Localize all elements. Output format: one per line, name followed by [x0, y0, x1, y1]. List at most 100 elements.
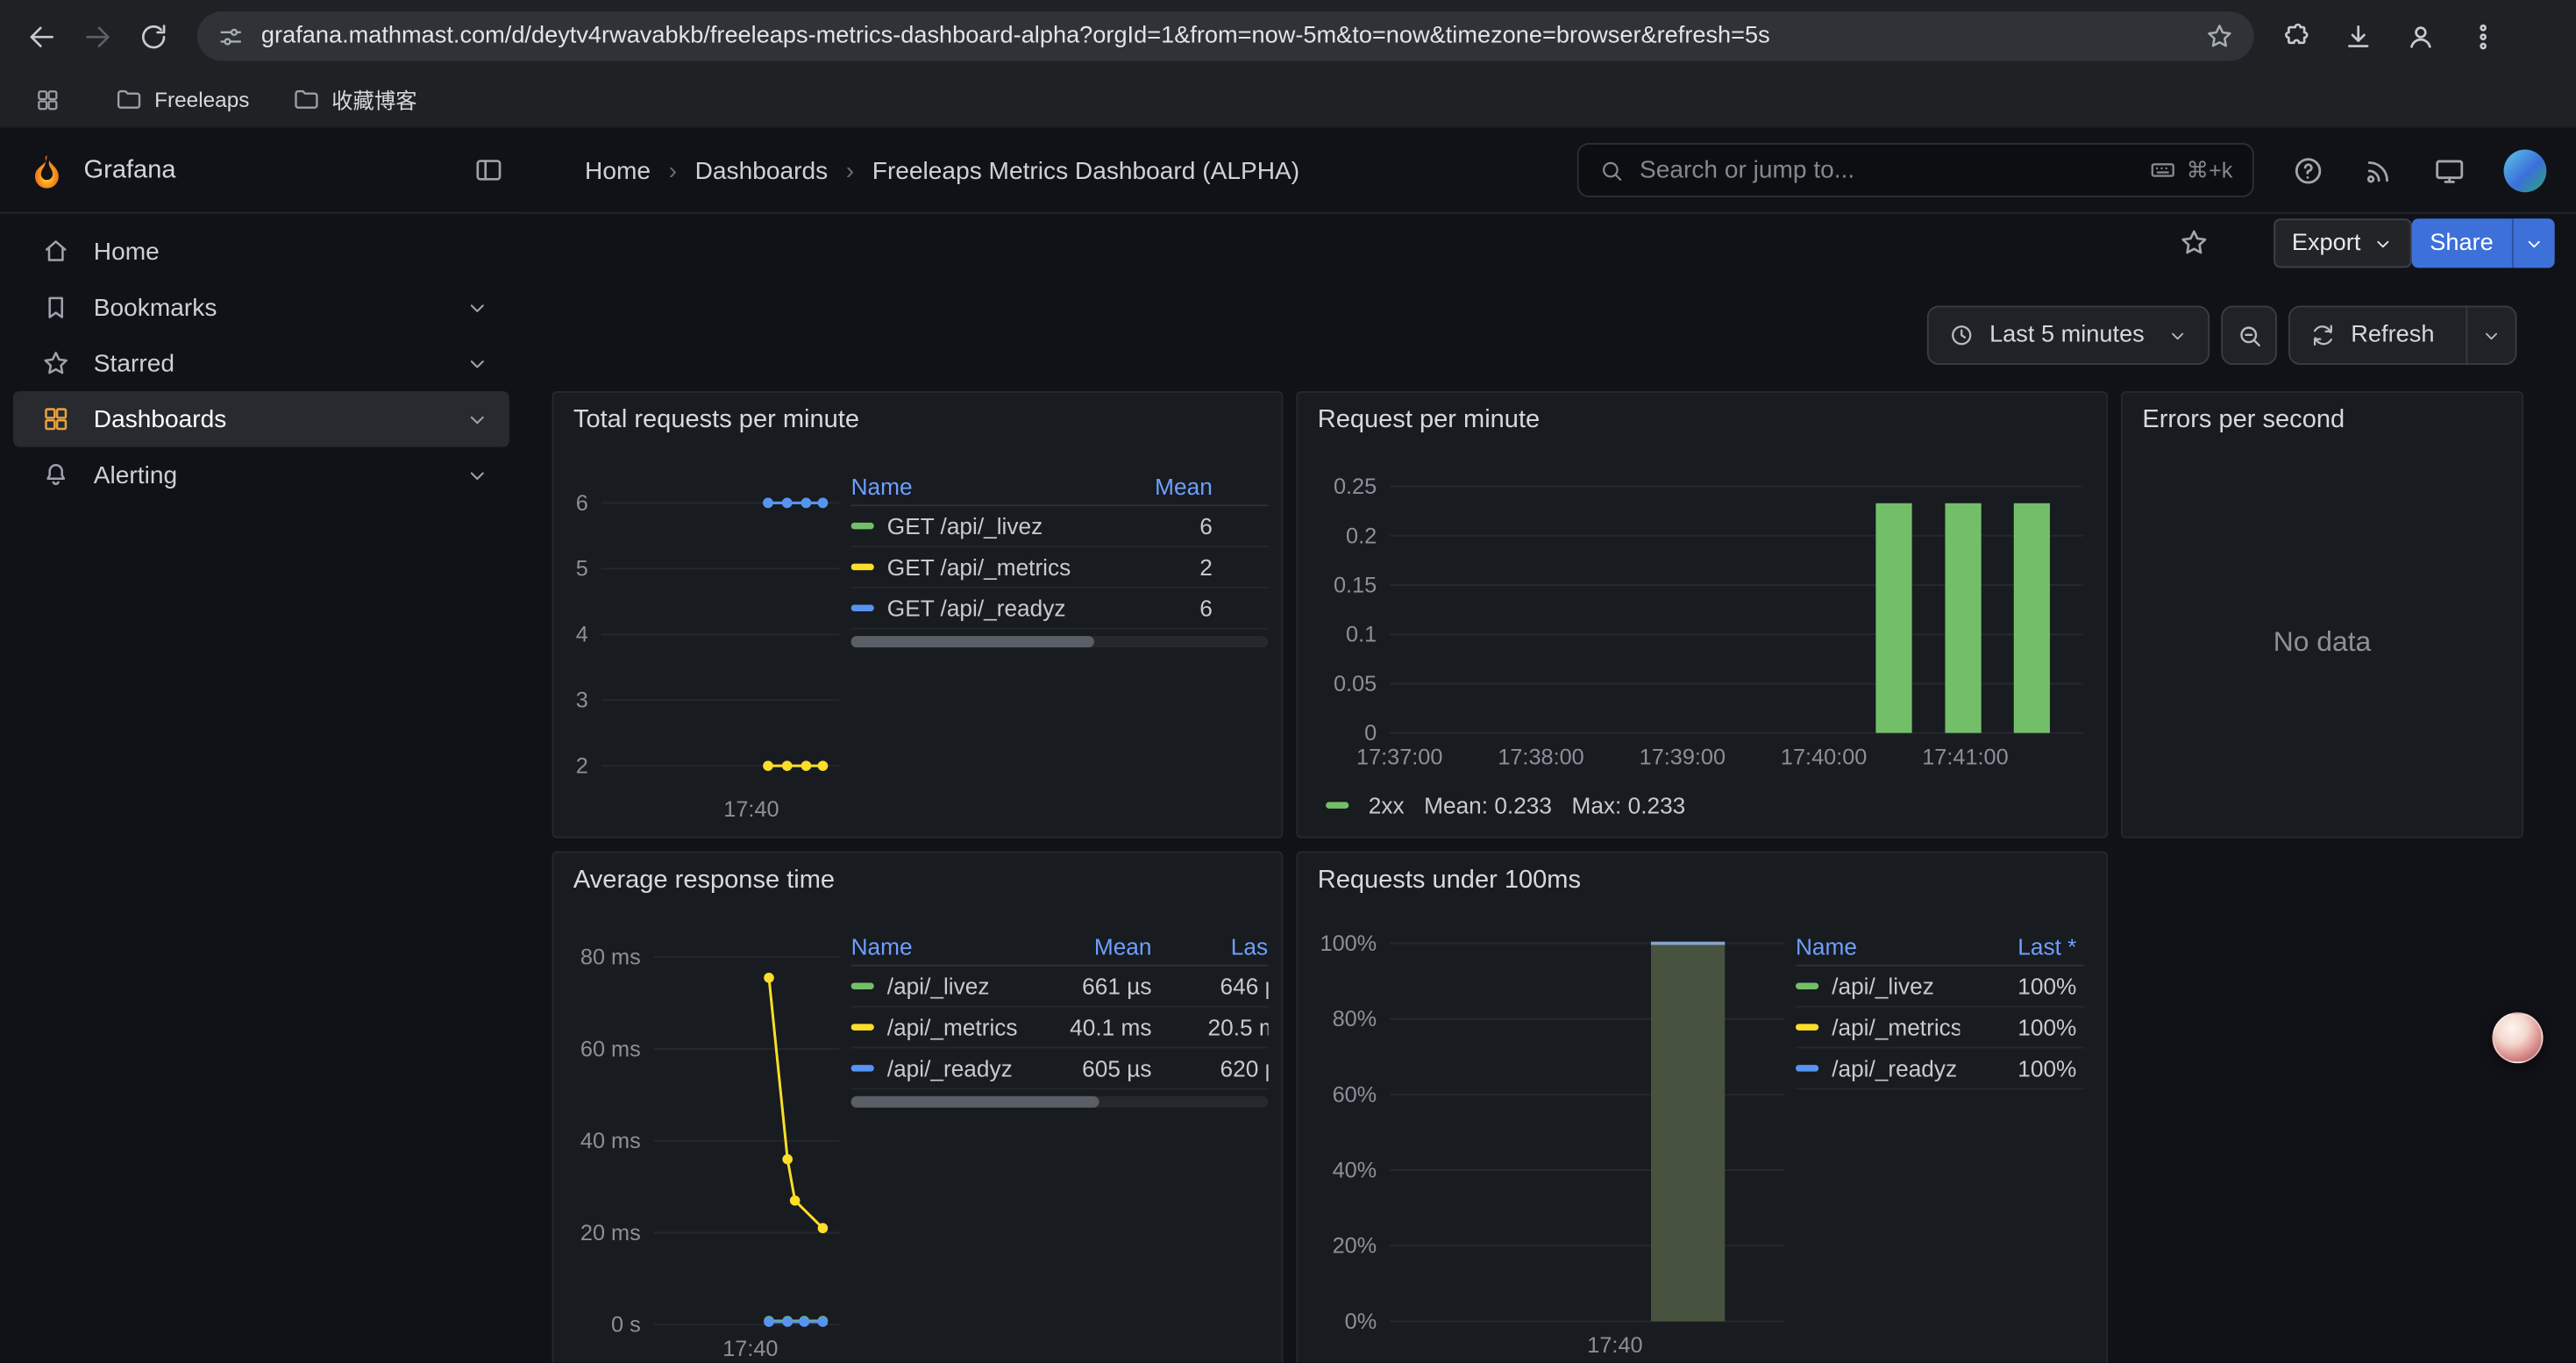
dock-menu-button[interactable] [473, 154, 505, 186]
chevron-down-icon[interactable] [465, 463, 489, 488]
legend-col-name[interactable]: Name [851, 474, 1098, 500]
apps-grid-button[interactable] [23, 76, 72, 122]
sidebar-item-bookmarks[interactable]: Bookmarks [13, 280, 509, 336]
series-color-chip [1796, 1065, 1818, 1071]
export-button[interactable]: Export [2274, 218, 2411, 268]
panel-request-per-minute[interactable]: Request per minute 0.250.20.150.10.05017… [1296, 391, 2108, 838]
legend-row[interactable]: /api/_readyz100% [1796, 1048, 2085, 1089]
series-name[interactable]: /api/_metrics [1832, 1014, 1960, 1040]
legend-col-name[interactable]: Name [1796, 933, 1960, 960]
request-per-minute-legend[interactable]: 2xx Mean: 0.233 Max: 0.233 [1326, 792, 1685, 818]
grafana-logo[interactable] [28, 152, 66, 189]
svg-text:0.25: 0.25 [1334, 475, 1377, 499]
panel-requests-under-100ms[interactable]: Requests under 100ms 100%80%60%40%20%0%1… [1296, 852, 2108, 1363]
series-value: 100% [2017, 1014, 2076, 1040]
downloads-button[interactable] [2330, 8, 2386, 64]
legend-row[interactable]: /api/_livez661 µs646 µs [851, 967, 1269, 1008]
news-rss-icon[interactable] [2362, 154, 2395, 187]
legend-scrollbar[interactable] [851, 636, 1269, 647]
series-name[interactable]: /api/_livez [887, 973, 990, 999]
panel-average-response-time[interactable]: Average response time 80 ms60 ms40 ms20 … [552, 852, 1284, 1363]
series-value: 646 µs [1220, 973, 1269, 999]
bookmark-folder-freeleaps[interactable]: Freeleaps [115, 85, 249, 113]
kiosk-monitor-icon[interactable] [2433, 154, 2466, 187]
svg-text:5: 5 [576, 557, 588, 582]
profile-button[interactable] [2392, 8, 2448, 64]
series-name[interactable]: /api/_readyz [1832, 1055, 1957, 1081]
legend-header: NameMean [851, 468, 1269, 506]
bookmark-icon [41, 293, 71, 323]
chevron-down-icon[interactable] [465, 408, 489, 432]
forward-button[interactable] [69, 8, 125, 64]
legend-row[interactable]: GET /api/_readyz6 [851, 589, 1269, 630]
time-range-picker[interactable]: Last 5 minutes [1927, 306, 2210, 365]
user-avatar[interactable] [2504, 150, 2547, 193]
screen: grafana.mathmast.com/d/deytv4rwavabkb/fr… [0, 0, 2576, 1362]
legend-row[interactable]: /api/_metrics40.1 ms20.5 ms [851, 1008, 1269, 1049]
folder-icon [292, 85, 320, 113]
series-name[interactable]: GET /api/_livez [887, 513, 1042, 539]
bookmark-folder-blogs[interactable]: 收藏博客 [292, 84, 416, 116]
series-name[interactable]: 2xx [1369, 792, 1405, 818]
svg-text:17:38:00: 17:38:00 [1498, 745, 1583, 769]
clock-icon [1948, 322, 1975, 348]
panel-title[interactable]: Errors per second [2142, 406, 2345, 436]
legend-row[interactable]: /api/_livez100% [1796, 967, 2085, 1008]
series-color-chip [851, 605, 874, 611]
legend-header: NameMeanLast * [851, 929, 1269, 967]
legend-col-last-[interactable]: Last * [1151, 933, 1268, 960]
floating-avatar-button[interactable] [2492, 1012, 2543, 1063]
legend-row[interactable]: GET /api/_livez6 [851, 506, 1269, 547]
browser-menu-button[interactable] [2454, 8, 2510, 64]
sidebar-item-starred[interactable]: Starred [13, 335, 509, 391]
panel-errors-per-second[interactable]: Errors per second No data [2121, 391, 2523, 838]
brand-name[interactable]: Grafana [84, 156, 176, 186]
bookmark-star-icon[interactable] [2205, 21, 2235, 51]
legend-col-mean[interactable]: Mean [1032, 933, 1152, 960]
share-menu-chevron[interactable] [2511, 218, 2554, 268]
sidebar-item-home[interactable]: Home [13, 224, 509, 280]
chevron-down-icon[interactable] [465, 296, 489, 320]
sidebar-item-alerting[interactable]: Alerting [13, 447, 509, 503]
sidebar-item-label: Home [94, 238, 160, 266]
series-name[interactable]: /api/_readyz [887, 1055, 1013, 1081]
chevron-down-icon[interactable] [465, 352, 489, 376]
panel-total-requests[interactable]: Total requests per minute 6543217:40 Nam… [552, 391, 1284, 838]
refresh-button[interactable]: Refresh [2288, 306, 2516, 365]
reload-button[interactable] [125, 8, 181, 64]
series-name[interactable]: GET /api/_metrics [887, 553, 1071, 580]
legend-row[interactable]: /api/_metrics 100% [1796, 1008, 2085, 1049]
svg-text:100%: 100% [1320, 931, 1377, 956]
legend-col-mean[interactable]: Mean [1098, 474, 1213, 500]
share-button[interactable]: Share [2412, 218, 2554, 268]
sidebar-item-dashboards[interactable]: Dashboards [13, 391, 509, 447]
series-name[interactable]: GET /api/_readyz [887, 595, 1066, 621]
breadcrumb-current: Freeleaps Metrics Dashboard (ALPHA) [872, 157, 1299, 185]
help-icon[interactable] [2292, 154, 2324, 187]
legend-row[interactable]: /api/_readyz605 µs620 µs [851, 1048, 1269, 1089]
breadcrumb-dashboards[interactable]: Dashboards [695, 157, 829, 185]
series-name[interactable]: /api/_livez [1832, 973, 1934, 999]
legend-scrollbar[interactable] [851, 1096, 1269, 1108]
search-box[interactable]: ⌘+k [1577, 143, 2254, 197]
breadcrumb-home[interactable]: Home [585, 157, 651, 185]
legend-scrollbar-thumb[interactable] [851, 636, 1094, 647]
legend-col-last-[interactable]: Last * [1960, 933, 2076, 960]
url-text[interactable]: grafana.mathmast.com/d/deytv4rwavabkb/fr… [261, 23, 2188, 49]
browser-toolbar: grafana.mathmast.com/d/deytv4rwavabkb/fr… [0, 0, 2576, 72]
share-label[interactable]: Share [2412, 218, 2512, 268]
legend-scrollbar-thumb[interactable] [851, 1096, 1099, 1108]
bookmark-label: Freeleaps [154, 87, 249, 111]
extensions-button[interactable] [2267, 8, 2323, 64]
refresh-interval-chevron[interactable] [2466, 307, 2515, 363]
series-name[interactable]: /api/_metrics [887, 1014, 1018, 1040]
search-input[interactable] [1640, 156, 2134, 184]
address-bar[interactable]: grafana.mathmast.com/d/deytv4rwavabkb/fr… [197, 11, 2254, 61]
legend-row[interactable]: GET /api/_metrics2 [851, 547, 1269, 589]
favorite-dashboard-button[interactable] [2179, 227, 2210, 259]
request-per-minute-chart[interactable]: 0.250.20.150.10.05017:37:0017:38:0017:39… [1298, 393, 2106, 837]
zoom-out-time-button[interactable] [2221, 306, 2277, 365]
site-settings-icon[interactable] [217, 22, 245, 50]
legend-col-name[interactable]: Name [851, 933, 1032, 960]
back-button[interactable] [13, 8, 69, 64]
